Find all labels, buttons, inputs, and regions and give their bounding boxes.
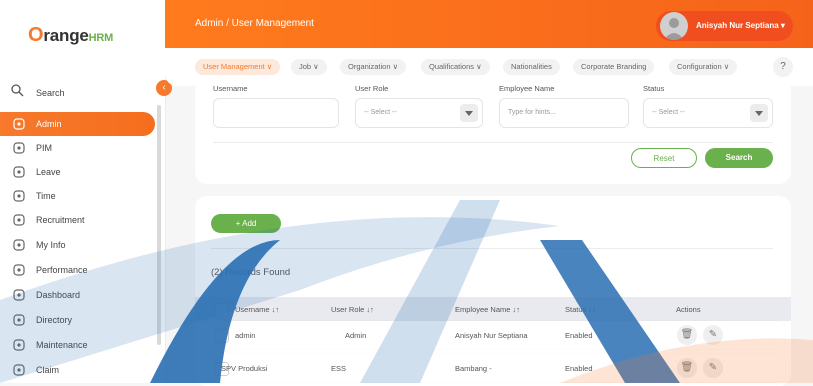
claim-icon [13, 364, 25, 376]
chevron-down-icon [750, 104, 768, 122]
cell-status: Enabled [565, 331, 593, 340]
directory-icon [13, 314, 25, 326]
sidebar-item-label: Admin [36, 119, 62, 129]
dashboard-icon [13, 289, 25, 301]
sidebar-item-directory[interactable]: Directory [0, 308, 155, 332]
cell-username: SPV Produksi [221, 364, 268, 373]
sidebar-item-dashboard[interactable]: Dashboard [0, 283, 155, 307]
table-row[interactable]: SPV Produksi ESS Bambang - Enabled 🗑 ✎ [195, 354, 785, 382]
user-name: Anisyah Nur Septiana ▾ [696, 21, 785, 30]
sidebar-item-performance[interactable]: Performance [0, 258, 155, 282]
cell-status: Enabled [565, 364, 593, 373]
tab-configuration[interactable]: Configuration ∨ [669, 59, 738, 75]
username-label: Username [213, 84, 248, 93]
user-role-select[interactable]: -- Select -- [355, 98, 483, 128]
tab-organization[interactable]: Organization ∨ [340, 59, 407, 75]
filter-card: Username User Role -- Select -- Employee… [195, 78, 791, 184]
cell-user-role: ESS [331, 364, 347, 373]
sidebar-item-label: PIM [36, 143, 53, 153]
sidebar-item-pim[interactable]: PIM [0, 136, 155, 160]
sidebar-item-time[interactable]: Time [0, 184, 155, 208]
avatar [660, 12, 688, 40]
search-label: Search [36, 88, 65, 98]
status-label: Status [643, 84, 665, 93]
delete-icon[interactable]: 🗑 [677, 358, 697, 378]
sidebar-search[interactable]: Search [0, 80, 165, 104]
sidebar-item-maintenance[interactable]: Maintenance [0, 333, 155, 357]
sidebar-scrollbar[interactable] [157, 105, 161, 345]
edit-icon[interactable]: ✎ [703, 358, 723, 378]
sidebar-item-recruitment[interactable]: Recruitment [0, 208, 155, 232]
recruitment-icon [13, 214, 25, 226]
tab-qualifications[interactable]: Qualifications ∨ [421, 59, 490, 75]
row-checkbox[interactable] [215, 329, 229, 343]
sidebar-item-claim[interactable]: Claim [0, 358, 155, 382]
table-header: Username ↓↑ User Role ↓↑ Employee Name ↓… [195, 297, 791, 321]
maintenance-icon [13, 339, 25, 351]
help-button[interactable]: ? [773, 57, 793, 77]
cell-username: admin [235, 331, 256, 340]
column-actions: Actions [676, 305, 701, 314]
sidebar-item-label: Claim [36, 365, 60, 375]
sidebar-item-admin[interactable]: Admin [0, 112, 155, 136]
sidebar-item-label: Recruitment [36, 215, 85, 225]
sidebar-item-my-info[interactable]: My Info [0, 233, 155, 257]
sidebar: OrangeHRM Search ‹ Admin PIM Leave Time Recr… [0, 0, 172, 383]
user-role-label: User Role [355, 84, 389, 93]
myinfo-icon [13, 239, 25, 251]
tab-job[interactable]: Job ∨ [291, 59, 327, 75]
column-username[interactable]: Username ↓↑ [235, 305, 279, 314]
sidebar-item-label: Leave [36, 167, 61, 177]
sidebar-item-label: Directory [36, 315, 73, 325]
tab-user-management[interactable]: User Management ∨ [195, 59, 281, 75]
employee-name-input[interactable]: Type for hints... [499, 98, 629, 128]
cell-employee-name: Anisyah Nur Septiana [455, 331, 528, 340]
column-user-role[interactable]: User Role ↓↑ [331, 305, 374, 314]
header: Admin / User Management Anisyah Nur Sept… [165, 0, 813, 48]
leave-icon [13, 166, 25, 178]
user-dropdown[interactable]: Anisyah Nur Septiana ▾ [656, 11, 793, 41]
sidebar-item-label: My Info [36, 240, 66, 250]
status-select[interactable]: -- Select -- [643, 98, 773, 128]
cell-user-role: Admin [345, 331, 367, 340]
table-row[interactable]: admin Admin Anisyah Nur Septiana Enabled… [195, 321, 785, 349]
breadcrumb: Admin / User Management [195, 18, 314, 29]
add-button[interactable]: + Add [211, 214, 281, 233]
chevron-down-icon [460, 104, 478, 122]
cell-employee-name: Bambang - [455, 364, 492, 373]
employee-name-label: Employee Name [499, 84, 555, 93]
search-button[interactable]: Search [705, 148, 773, 168]
records-found: (2) Records Found [211, 267, 291, 278]
time-icon [13, 190, 25, 202]
pim-icon [13, 142, 25, 154]
divider [213, 142, 773, 143]
reset-button[interactable]: Reset [631, 148, 697, 168]
sidebar-item-label: Performance [36, 265, 88, 275]
divider [211, 248, 773, 249]
tab-nationalities[interactable]: Nationalities [503, 59, 560, 75]
column-employee-name[interactable]: Employee Name ↓↑ [455, 305, 520, 314]
delete-icon[interactable]: 🗑 [677, 325, 697, 345]
search-icon [11, 84, 24, 97]
orangehrm-logo[interactable]: OrangeHRM [28, 24, 113, 47]
sidebar-item-label: Dashboard [36, 290, 81, 300]
sidebar-item-label: Maintenance [36, 340, 88, 350]
username-input[interactable] [213, 98, 339, 128]
admin-icon [13, 118, 25, 130]
sidebar-item-label: Time [36, 191, 56, 201]
edit-icon[interactable]: ✎ [703, 325, 723, 345]
select-all-checkbox[interactable] [215, 303, 229, 317]
column-status[interactable]: Status ↓↑ [565, 305, 596, 314]
tab-corporate-branding[interactable]: Corporate Branding [573, 59, 655, 75]
performance-icon [13, 264, 25, 276]
sidebar-item-leave[interactable]: Leave [0, 160, 155, 184]
